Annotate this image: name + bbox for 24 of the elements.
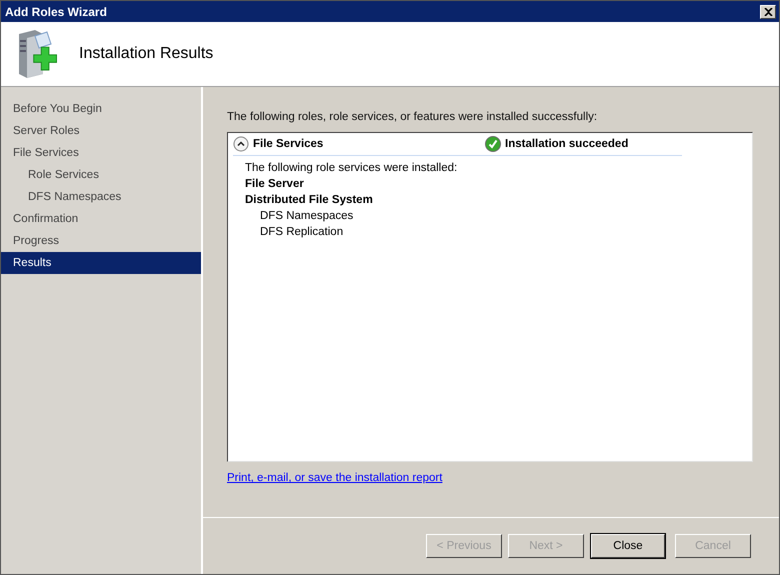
service-name: Distributed File System xyxy=(245,193,374,208)
page-title: Installation Results xyxy=(79,45,214,63)
intro-text: The following roles, role services, or features were installed successfully: xyxy=(227,111,598,123)
step-item[interactable]: File Services xyxy=(1,142,201,164)
step-item[interactable]: DFS Namespaces xyxy=(1,186,201,208)
close-icon xyxy=(764,8,772,16)
status-text: Installation succeeded xyxy=(505,138,628,150)
wizard-button[interactable]: Close xyxy=(591,534,665,558)
step-item[interactable]: Confirmation xyxy=(1,208,201,230)
check-icon xyxy=(485,136,501,152)
step-item[interactable]: Results xyxy=(1,252,201,274)
service-name: File Server xyxy=(245,177,305,192)
step-item[interactable]: Progress xyxy=(1,230,201,252)
service-name: DFS Replication xyxy=(259,225,344,240)
role-name: File Services xyxy=(253,138,324,150)
step-item[interactable]: Server Roles xyxy=(1,120,201,142)
window-title: Add Roles Wizard xyxy=(5,4,107,18)
service-name: DFS Namespaces xyxy=(259,209,354,224)
description-text: The following role services were installed: xyxy=(245,161,458,176)
collapse-icon[interactable] xyxy=(233,136,249,152)
report-link[interactable]: Print, e-mail, or save the installation report xyxy=(227,472,442,484)
close-button[interactable] xyxy=(760,4,776,18)
step-item[interactable]: Role Services xyxy=(1,164,201,186)
step-item[interactable]: Before You Begin xyxy=(1,98,201,120)
